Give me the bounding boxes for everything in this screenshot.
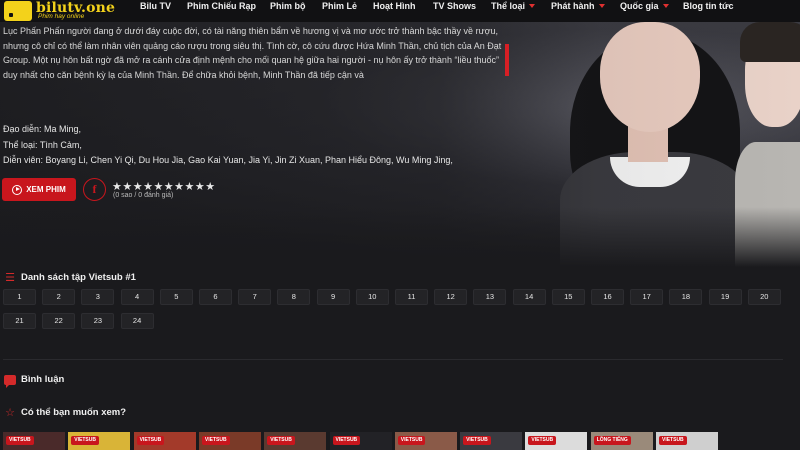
divider (3, 359, 783, 360)
episode-button[interactable]: 23 (81, 313, 115, 329)
comment-icon (4, 374, 16, 388)
subtitle-badge: LỒNG TIẾNG (593, 436, 631, 445)
subtitle-badge: VIETSUB (528, 436, 557, 445)
suggestion-list: VIETSUB VIETSUB VIETSUB VIETSUB VIETSUB VIETS… (3, 432, 800, 450)
nav-item-6[interactable]: Thể loại (491, 0, 536, 22)
episode-button[interactable]: 14 (512, 289, 546, 305)
suggestion-card[interactable]: VIETSUB (394, 432, 457, 450)
caret-down-icon (598, 4, 605, 8)
site-logo[interactable]: bilutv.one Phim hay online (4, 1, 115, 21)
site-header: bilutv.one Phim hay online Bilu TV Phim C… (0, 0, 800, 22)
suggestion-card[interactable]: VIETSUB (68, 432, 131, 450)
episodes-heading: ☰ Danh sách tập Vietsub #1 (5, 272, 136, 284)
watch-button[interactable]: XEM PHIM (2, 178, 76, 201)
suggestion-card[interactable]: VIETSUB (264, 432, 327, 450)
subtitle-badge: VIETSUB (201, 436, 230, 445)
episode-button[interactable]: 10 (355, 289, 389, 305)
suggestion-card[interactable]: VIETSUB (460, 432, 523, 450)
nav-item-label: Thể loại (491, 1, 526, 11)
play-icon (12, 184, 23, 195)
episode-button[interactable]: 2 (42, 289, 76, 305)
subtitle-badge: VIETSUB (6, 436, 34, 445)
nav-item-9[interactable]: Blog tin tức (683, 0, 734, 22)
nav-item-label: Phim Lẻ (322, 1, 358, 11)
genre-line: Thể loại: Tình Cảm, (3, 139, 82, 150)
nav-item-label: Quốc gia (620, 1, 659, 11)
suggestion-card[interactable]: VIETSUB (525, 432, 588, 450)
logo-icon (4, 1, 32, 21)
caret-down-icon (662, 4, 669, 8)
nav-item-label: Hoạt Hình (373, 1, 416, 11)
suggestion-card[interactable]: LỒNG TIẾNG (590, 432, 653, 450)
suggestions-heading: ☆ Có thể bạn muốn xem? (5, 407, 127, 419)
nav-item-label: Phim bộ (270, 1, 306, 11)
suggestion-card[interactable]: VIETSUB (133, 432, 196, 450)
episode-button[interactable]: 18 (669, 289, 703, 305)
nav-item-label: Phim Chiếu Rạp (187, 1, 257, 11)
episode-button[interactable]: 7 (238, 289, 272, 305)
movie-description: Lục Phấn Phấn người đang ở dưới đáy cuộc… (3, 26, 502, 80)
watch-button-label: XEM PHIM (26, 185, 66, 194)
episode-button[interactable]: 4 (120, 289, 154, 305)
episode-button[interactable]: 22 (42, 313, 76, 329)
subtitle-badge: VIETSUB (71, 436, 99, 445)
nav-item-label: Phát hành (551, 1, 595, 11)
episode-button[interactable]: 16 (591, 289, 624, 305)
nav-item-2[interactable]: Phim bộ (270, 0, 306, 22)
suggestion-card[interactable]: VIETSUB (656, 432, 718, 450)
nav-item-label: Bilu TV (140, 1, 171, 11)
nav-item-1[interactable]: Phim Chiếu Rạp (187, 0, 256, 22)
episode-button[interactable]: 20 (747, 289, 781, 305)
facebook-icon: f (92, 182, 97, 196)
accent-mark (505, 44, 509, 76)
suggestion-card[interactable]: VIETSUB (198, 432, 261, 450)
movie-meta: Đạo diễn: Ma Ming, Thể loại: Tình Cảm, D… (3, 122, 453, 169)
subtitle-badge: VIETSUB (267, 436, 295, 445)
episode-button[interactable]: 6 (199, 289, 232, 305)
episode-button[interactable]: 15 (551, 289, 585, 305)
subtitle-badge: VIETSUB (136, 436, 165, 445)
subtitle-badge: VIETSUB (332, 436, 361, 445)
nav-item-label: TV Shows (433, 1, 477, 11)
nav-item-4[interactable]: Hoạt Hình (373, 0, 416, 22)
nav-item-3[interactable]: Phim Lẻ (322, 0, 357, 22)
episode-button[interactable]: 1 (3, 289, 36, 305)
cast-line: Diễn viên: Boyang Li, Chen Yi Qi, Du Hou… (3, 155, 453, 165)
suggestion-card[interactable]: VIETSUB (3, 432, 65, 450)
comments-heading: Bình luận (4, 374, 64, 388)
episode-button[interactable]: 13 (473, 289, 507, 305)
caret-down-icon (529, 4, 536, 8)
subtitle-badge: VIETSUB (397, 436, 426, 445)
episode-button[interactable]: 8 (277, 289, 311, 305)
subtitle-badge: VIETSUB (463, 436, 491, 445)
nav-item-5[interactable]: TV Shows (433, 0, 476, 22)
subtitle-badge: VIETSUB (659, 436, 687, 445)
nav-item-8[interactable]: Quốc gia (620, 0, 669, 22)
list-icon: ☰ (5, 272, 15, 284)
episode-button[interactable]: 9 (316, 289, 350, 305)
episode-button[interactable]: 5 (159, 289, 193, 305)
nav-item-7[interactable]: Phát hành (551, 0, 605, 22)
episode-button[interactable]: 12 (434, 289, 468, 305)
episode-button[interactable]: 21 (3, 313, 36, 329)
episode-button[interactable]: 17 (630, 289, 664, 305)
episode-button[interactable]: 19 (708, 289, 742, 305)
nav-item-0[interactable]: Bilu TV (140, 0, 171, 22)
facebook-share-button[interactable]: f (83, 178, 106, 201)
nav-item-label: Blog tin tức (683, 1, 734, 11)
episode-button[interactable]: 11 (395, 289, 428, 305)
rating-text: (0 sao / 0 đánh giá) (113, 192, 174, 199)
director-line: Đạo diễn: Ma Ming, (3, 124, 82, 134)
star-icon: ☆ (5, 407, 15, 419)
episode-button[interactable]: 24 (120, 313, 154, 329)
suggestion-card[interactable]: VIETSUB (329, 432, 392, 450)
episode-button[interactable]: 3 (81, 289, 115, 305)
